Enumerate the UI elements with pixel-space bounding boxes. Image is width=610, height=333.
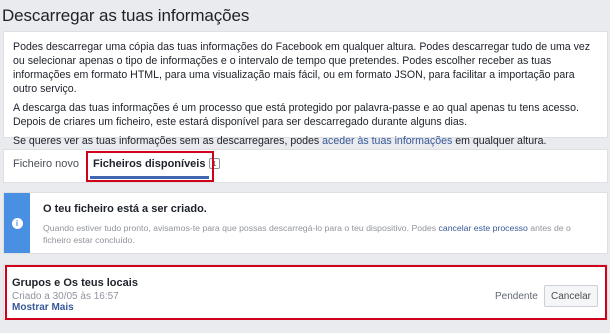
- file-created-date: Criado a 30/05 às 16:57: [12, 291, 119, 302]
- show-more-link[interactable]: Mostrar Mais: [12, 302, 74, 313]
- intro-p3-text-before: Se queres ver as tuas informações sem as…: [13, 135, 323, 147]
- notice-title: O teu ficheiro está a ser criado.: [43, 203, 207, 215]
- info-icon: i: [11, 217, 23, 229]
- tab-bar: Ficheiro novo Ficheiros disponíveis 1: [3, 149, 608, 183]
- intro-paragraph-1: Podes descarregar uma cópia das tuas inf…: [13, 41, 591, 95]
- notice-text-before: Quando estiver tudo pronto, avisamos-te …: [43, 223, 439, 233]
- intro-paragraph-2: A descarga das tuas informações é um pro…: [13, 102, 579, 128]
- intro-paragraph-3: Se queres ver as tuas informações sem as…: [13, 134, 598, 148]
- status-notice: i O teu ficheiro está a ser criado. Quan…: [3, 192, 608, 254]
- file-name: Grupos e Os teus locais: [12, 277, 138, 289]
- page-title: Descarregar as tuas informações: [2, 6, 250, 25]
- cancel-process-link[interactable]: cancelar este processo: [439, 223, 528, 233]
- intro-panel: Podes descarregar uma cópia das tuas inf…: [3, 31, 608, 147]
- cancel-button[interactable]: Cancelar: [544, 285, 598, 307]
- intro-p3-text-after: em qualquer altura.: [452, 135, 547, 147]
- tab-highlight-frame: [86, 151, 214, 182]
- tab-new-file[interactable]: Ficheiro novo: [13, 150, 79, 182]
- notice-strip: i: [4, 193, 30, 253]
- file-status: Pendente: [495, 291, 538, 302]
- notice-body: Quando estiver tudo pronto, avisamos-te …: [43, 222, 588, 246]
- access-info-link[interactable]: aceder às tuas informações: [322, 135, 452, 147]
